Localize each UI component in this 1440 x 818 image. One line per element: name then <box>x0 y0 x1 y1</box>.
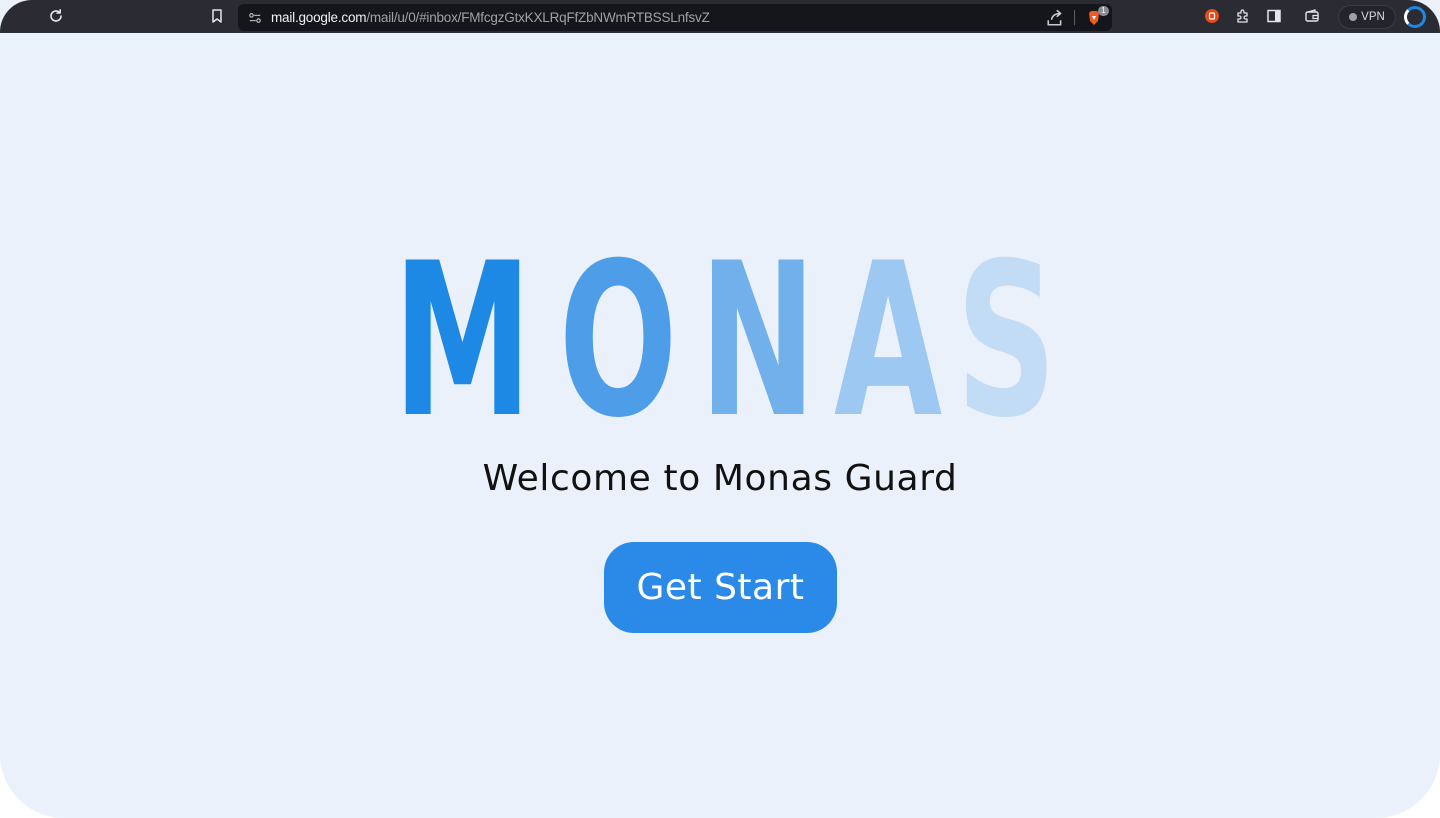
logo-letter-a: A <box>833 217 943 464</box>
browser-window: mail.google.com/mail/u/0/#inbox/FMfcgzGt… <box>0 0 1440 818</box>
url-host: mail.google.com <box>271 10 367 25</box>
profile-avatar-icon[interactable] <box>1404 6 1426 28</box>
reload-button[interactable] <box>45 5 67 27</box>
reload-icon <box>50 9 62 22</box>
logo-letter-s: S <box>955 217 1057 464</box>
vpn-button[interactable]: VPN <box>1338 5 1396 29</box>
bookmark-button[interactable] <box>206 5 228 27</box>
sidebar-toggle-button[interactable] <box>1263 5 1285 27</box>
wallet-icon <box>1305 9 1319 22</box>
address-divider <box>1074 10 1075 25</box>
shields-count-badge: 1 <box>1098 6 1109 16</box>
url-text[interactable]: mail.google.com/mail/u/0/#inbox/FMfcgzGt… <box>271 10 710 25</box>
puzzle-icon <box>1237 9 1248 23</box>
share-icon[interactable] <box>1046 9 1064 27</box>
welcome-heading: Welcome to Monas Guard <box>482 458 958 499</box>
brave-shields-button[interactable]: 1 <box>1086 6 1109 27</box>
browser-toolbar: mail.google.com/mail/u/0/#inbox/FMfcgzGt… <box>0 0 1440 33</box>
wallet-button[interactable] <box>1301 5 1323 27</box>
get-start-button[interactable]: Get Start <box>604 542 837 633</box>
site-info-icon[interactable] <box>246 9 264 27</box>
logo-letter-m: M <box>393 217 533 464</box>
extension-red-icon <box>1205 9 1219 23</box>
vpn-label: VPN <box>1361 11 1385 23</box>
logo-letter-n: N <box>698 217 816 464</box>
vpn-status-icon <box>1349 13 1358 21</box>
url-path: /mail/u/0/#inbox/FMfcgzGtxKXLRqFfZbNWmRT… <box>366 10 710 25</box>
monas-logo: M O N A S <box>0 217 1440 464</box>
sidebar-icon <box>1267 9 1281 23</box>
logo-letter-o: O <box>558 217 678 464</box>
bookmark-icon <box>212 9 222 23</box>
address-bar[interactable]: mail.google.com/mail/u/0/#inbox/FMfcgzGt… <box>238 4 1112 31</box>
extension-button[interactable] <box>1201 5 1223 27</box>
extensions-menu-button[interactable] <box>1232 5 1254 27</box>
